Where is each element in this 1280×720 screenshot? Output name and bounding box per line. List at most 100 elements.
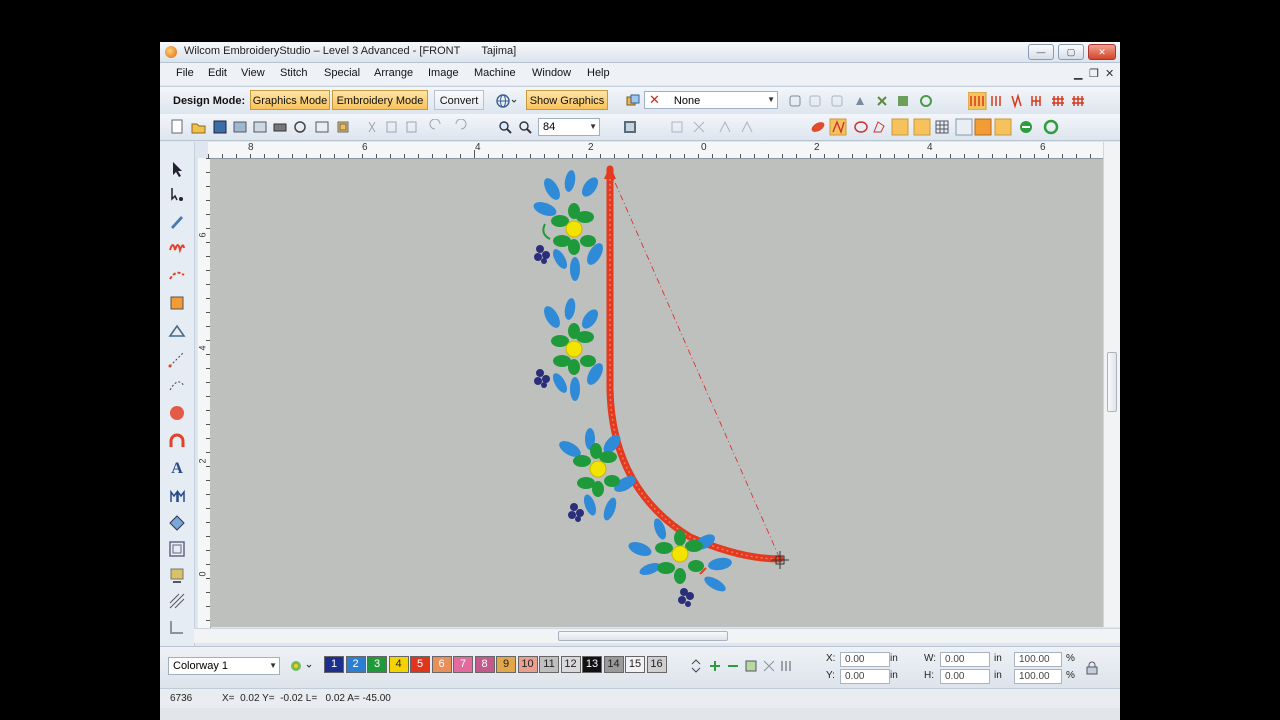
mdi-close-icon[interactable]: ✕ [1105,67,1114,80]
grid-view-icon[interactable] [623,120,637,134]
vertical-scrollbar[interactable] [1103,142,1120,627]
zoom-icon[interactable] [498,120,512,134]
digitize-line-icon[interactable] [168,350,186,368]
percent-label: % [1066,653,1075,664]
motif-icon[interactable] [168,514,186,532]
show-graphics-button[interactable]: Show Graphics [526,90,608,110]
color-swatch-12[interactable]: 12 [560,656,581,673]
menu-arrange[interactable]: Arrange [374,67,413,79]
percent-label: % [1066,670,1075,681]
menu-machine[interactable]: Machine [474,67,516,79]
x-position-field[interactable]: 0.00 [840,652,890,667]
run-stitch-icon[interactable] [168,266,186,284]
y-position-field[interactable]: 0.00 [840,669,890,684]
colorway-select[interactable]: Colorway 1 ▼ [168,657,280,675]
color-swatch-7[interactable]: 7 [453,656,473,673]
menu-file[interactable]: File [176,67,194,79]
globe-icon[interactable] [495,93,517,109]
lettering-icon[interactable]: A [168,460,186,478]
flower-motif[interactable] [557,428,639,522]
flower-motif[interactable] [534,297,606,401]
color-swatch-13[interactable]: 13 [582,656,602,673]
height-field[interactable]: 0.00 [940,669,990,684]
color-swatch-1[interactable]: 1 [324,656,344,673]
circle-icon[interactable] [168,404,186,422]
flower-motif[interactable] [627,517,733,607]
pen-icon[interactable] [168,212,186,230]
file-tools-icons[interactable] [170,119,360,135]
footer-strip [160,708,1120,720]
palette-icon[interactable] [290,659,314,673]
color-swatch-9[interactable]: 9 [496,656,516,673]
color-swatch-6[interactable]: 6 [431,656,452,673]
mdi-minimize-icon[interactable]: ▁ [1074,67,1082,80]
graphics-mode-button[interactable]: Graphics Mode [250,90,330,110]
app-window: Wilcom EmbroideryStudio – Level 3 Advanc… [160,42,1120,720]
menu-window[interactable]: Window [532,67,571,79]
horizontal-scrollbar[interactable] [194,628,1120,643]
digitize-curve-icon[interactable] [168,376,186,394]
cursor-coordinates: X= 0.02 Y= -0.02 L= 0.02 A= -45.00 [222,693,391,704]
transform-tools-icons[interactable] [788,93,948,109]
view-tools-icons[interactable] [810,118,1080,136]
color-swatch-15[interactable]: 15 [625,656,645,673]
align-tools-icons[interactable] [670,120,760,134]
menu-help[interactable]: Help [587,67,610,79]
convert-button[interactable]: Convert [434,90,484,110]
scale-y-field[interactable]: 100.00 [1014,669,1062,684]
mdi-restore-icon[interactable]: ❐ [1089,67,1099,80]
color-tools-icons[interactable] [706,657,806,675]
stitch-type-icons[interactable] [968,92,1093,110]
design-canvas[interactable] [210,159,1103,627]
embroidery-mode-button[interactable]: Embroidery Mode [332,90,428,110]
shape-icon[interactable] [168,322,186,340]
color-swatch-11[interactable]: 11 [539,656,559,673]
color-swatch-4[interactable]: 4 [388,656,409,673]
menu-special[interactable]: Special [324,67,360,79]
frame-icon[interactable] [168,540,186,558]
reshape-icon[interactable] [168,186,186,204]
lock-proportions-icon[interactable] [1085,661,1099,675]
color-swatch-16[interactable]: 16 [646,656,667,673]
arc-icon[interactable] [168,432,186,450]
color-swatch-2[interactable]: 2 [345,656,366,673]
menu-stitch[interactable]: Stitch [280,67,308,79]
stitch-line[interactable] [606,165,784,563]
menu-bar: File Edit View Stitch Special Arrange Im… [160,63,1120,85]
zoom-box-icon[interactable] [518,120,532,134]
applique-icon[interactable] [168,294,186,312]
minimize-button[interactable]: — [1028,44,1054,60]
menu-image[interactable]: Image [428,67,459,79]
unit-label: in [994,670,1002,681]
color-swatch-10[interactable]: 10 [517,656,538,673]
scale-x-field[interactable]: 100.00 [1014,652,1062,667]
flower-motif[interactable] [532,169,607,281]
object-properties-icon[interactable] [626,94,640,108]
app-logo-icon [165,46,177,58]
color-swatch-8[interactable]: 8 [474,656,495,673]
hatch-icon[interactable] [168,592,186,610]
color-swatch-14[interactable]: 14 [603,656,624,673]
ruler-label: 4 [927,142,933,153]
zoom-select[interactable]: 84 ▼ [538,118,600,136]
width-field[interactable]: 0.00 [940,652,990,667]
menu-view[interactable]: View [241,67,265,79]
stitch-player-icon[interactable] [168,566,186,584]
close-button[interactable]: ✕ [1088,44,1116,60]
fabric-select[interactable]: ✕ None ▼ [644,91,778,109]
color-swatch-3[interactable]: 3 [367,656,387,673]
select-arrow-icon[interactable] [168,160,186,178]
monogram-icon[interactable] [168,486,186,504]
edit-tools-icons[interactable] [365,119,485,135]
horizontal-scroll-thumb[interactable] [558,631,728,641]
horizontal-ruler: 8 6 4 2 0 2 4 6 [208,142,1105,159]
menu-edit[interactable]: Edit [208,67,227,79]
hoop-icon[interactable] [168,618,186,636]
ruler-label: 6 [362,142,368,153]
x-label: X: [826,653,836,664]
maximize-button[interactable]: ▢ [1058,44,1084,60]
freehand-stitch-icon[interactable] [168,238,186,256]
color-swatch-5[interactable]: 5 [410,656,430,673]
vertical-scroll-thumb[interactable] [1107,352,1117,412]
construction-line [609,170,781,560]
